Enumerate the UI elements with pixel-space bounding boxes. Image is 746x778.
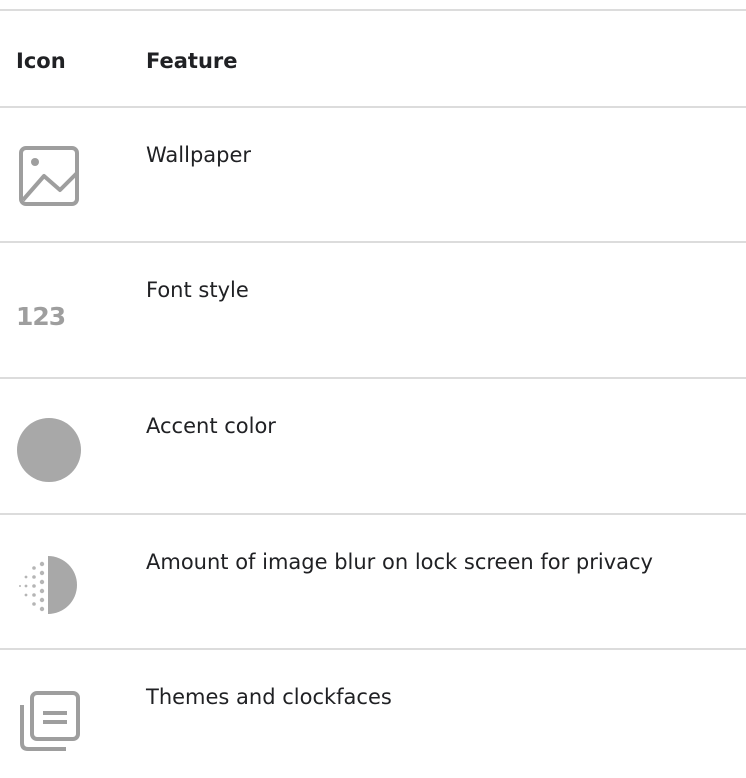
table-top-divider [0,9,746,11]
feature-label: Wallpaper [146,143,252,167]
accent-color-icon [16,416,84,488]
header-feature: Feature [146,49,238,73]
header-icon: Icon [16,49,66,73]
feature-label: Font style [146,278,249,302]
feature-label: Themes and clockfaces [146,685,392,709]
table-row: Wallpaper [0,107,746,241]
table-row: Themes and clockfaces [0,649,746,778]
feature-label: Accent color [146,414,276,438]
feature-label: Amount of image blur on lock screen for … [146,550,653,574]
table-row: Amount of image blur on lock screen for … [0,514,746,648]
wallpaper-icon [16,143,82,213]
blur-icon [16,552,82,622]
table-row: Accent color [0,378,746,512]
themes-clockfaces-icon [16,687,82,757]
font-style-icon: 123 [16,302,66,331]
table-row: 123 Font style [0,242,746,376]
table-header-row: Icon Feature [0,47,746,75]
